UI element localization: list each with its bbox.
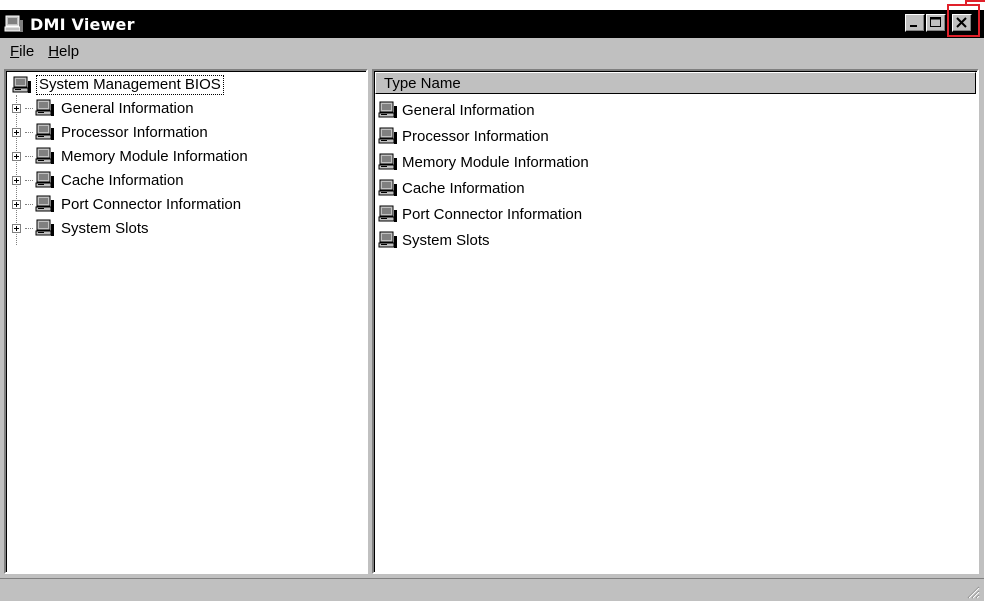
list-item-label: System Slots xyxy=(402,231,490,249)
computer-icon xyxy=(4,15,23,32)
tree-item-label: Memory Module Information xyxy=(61,147,248,165)
list-item-label: Port Connector Information xyxy=(402,205,583,223)
tree-connector-branch xyxy=(25,155,33,157)
list-item-label: Cache Information xyxy=(402,179,525,197)
computer-icon xyxy=(378,231,398,249)
maximize-icon xyxy=(930,17,941,27)
expand-icon[interactable] xyxy=(12,151,21,161)
tree-item-system-slots[interactable]: System Slots xyxy=(12,216,149,240)
expand-icon[interactable] xyxy=(12,223,21,233)
list-item[interactable]: Cache Information xyxy=(378,175,525,201)
tree-item-label: Processor Information xyxy=(61,123,208,141)
tree-item-label: Cache Information xyxy=(61,171,184,189)
tree-connector-branch xyxy=(25,203,33,205)
computer-icon xyxy=(378,205,398,223)
tree-item-port-connector-information[interactable]: Port Connector Information xyxy=(12,192,241,216)
computer-icon xyxy=(12,76,32,94)
tree-connector-branch xyxy=(25,107,33,109)
menu-help[interactable]: Help xyxy=(46,43,81,60)
resize-grip-icon[interactable] xyxy=(966,585,980,599)
column-header-label: Type Name xyxy=(384,74,461,92)
tree-root-node[interactable]: System Management BIOS xyxy=(12,75,224,95)
expand-icon[interactable] xyxy=(12,103,21,113)
maximize-button[interactable] xyxy=(926,14,946,32)
list-item-label: Memory Module Information xyxy=(402,153,589,171)
list-item[interactable]: Processor Information xyxy=(378,123,549,149)
tree-item-processor-information[interactable]: Processor Information xyxy=(12,120,208,144)
computer-icon xyxy=(378,179,398,197)
tree-item-memory-module-information[interactable]: Memory Module Information xyxy=(12,144,248,168)
close-button-highlight xyxy=(947,4,980,37)
title-bar[interactable]: DMI Viewer xyxy=(0,10,984,38)
column-header-type-name[interactable]: Type Name xyxy=(375,72,976,94)
tree-item-label: Port Connector Information xyxy=(61,195,242,213)
computer-icon xyxy=(35,195,55,213)
computer-icon xyxy=(378,127,398,145)
menu-file[interactable]: File xyxy=(8,43,36,60)
list-item[interactable]: Port Connector Information xyxy=(378,201,582,227)
minimize-button[interactable] xyxy=(905,14,925,32)
tree-item-label: General Information xyxy=(61,99,194,117)
tree-connector-branch xyxy=(25,227,33,229)
status-bar xyxy=(0,578,984,601)
computer-icon xyxy=(378,153,398,171)
tree-connector-branch xyxy=(25,179,33,181)
tree-view[interactable]: System Management BIOS General Informati… xyxy=(4,69,368,574)
tree-item-label: System Slots xyxy=(61,219,149,237)
dmi-viewer-window: DMI Viewer File Help System Management B… xyxy=(0,0,985,601)
menu-bar: File Help xyxy=(0,38,984,64)
callout-line-horizontal xyxy=(965,0,985,2)
window-title: DMI Viewer xyxy=(30,14,135,34)
minimize-icon xyxy=(910,25,917,27)
list-item-label: General Information xyxy=(402,101,535,119)
list-item[interactable]: General Information xyxy=(378,97,535,123)
list-item[interactable]: Memory Module Information xyxy=(378,149,589,175)
computer-icon xyxy=(35,171,55,189)
list-view[interactable]: Type Name General Information Processor … xyxy=(372,69,979,574)
tree-item-cache-information[interactable]: Cache Information xyxy=(12,168,184,192)
tree-root-label: System Management BIOS xyxy=(36,75,224,95)
expand-icon[interactable] xyxy=(12,127,21,137)
expand-icon[interactable] xyxy=(12,175,21,185)
list-item-label: Processor Information xyxy=(402,127,549,145)
list-item[interactable]: System Slots xyxy=(378,227,490,253)
computer-icon xyxy=(35,219,55,237)
computer-icon xyxy=(35,99,55,117)
tree-connector-branch xyxy=(25,131,33,133)
computer-icon xyxy=(35,123,55,141)
expand-icon[interactable] xyxy=(12,199,21,209)
tree-item-general-information[interactable]: General Information xyxy=(12,96,194,120)
computer-icon xyxy=(35,147,55,165)
computer-icon xyxy=(378,101,398,119)
